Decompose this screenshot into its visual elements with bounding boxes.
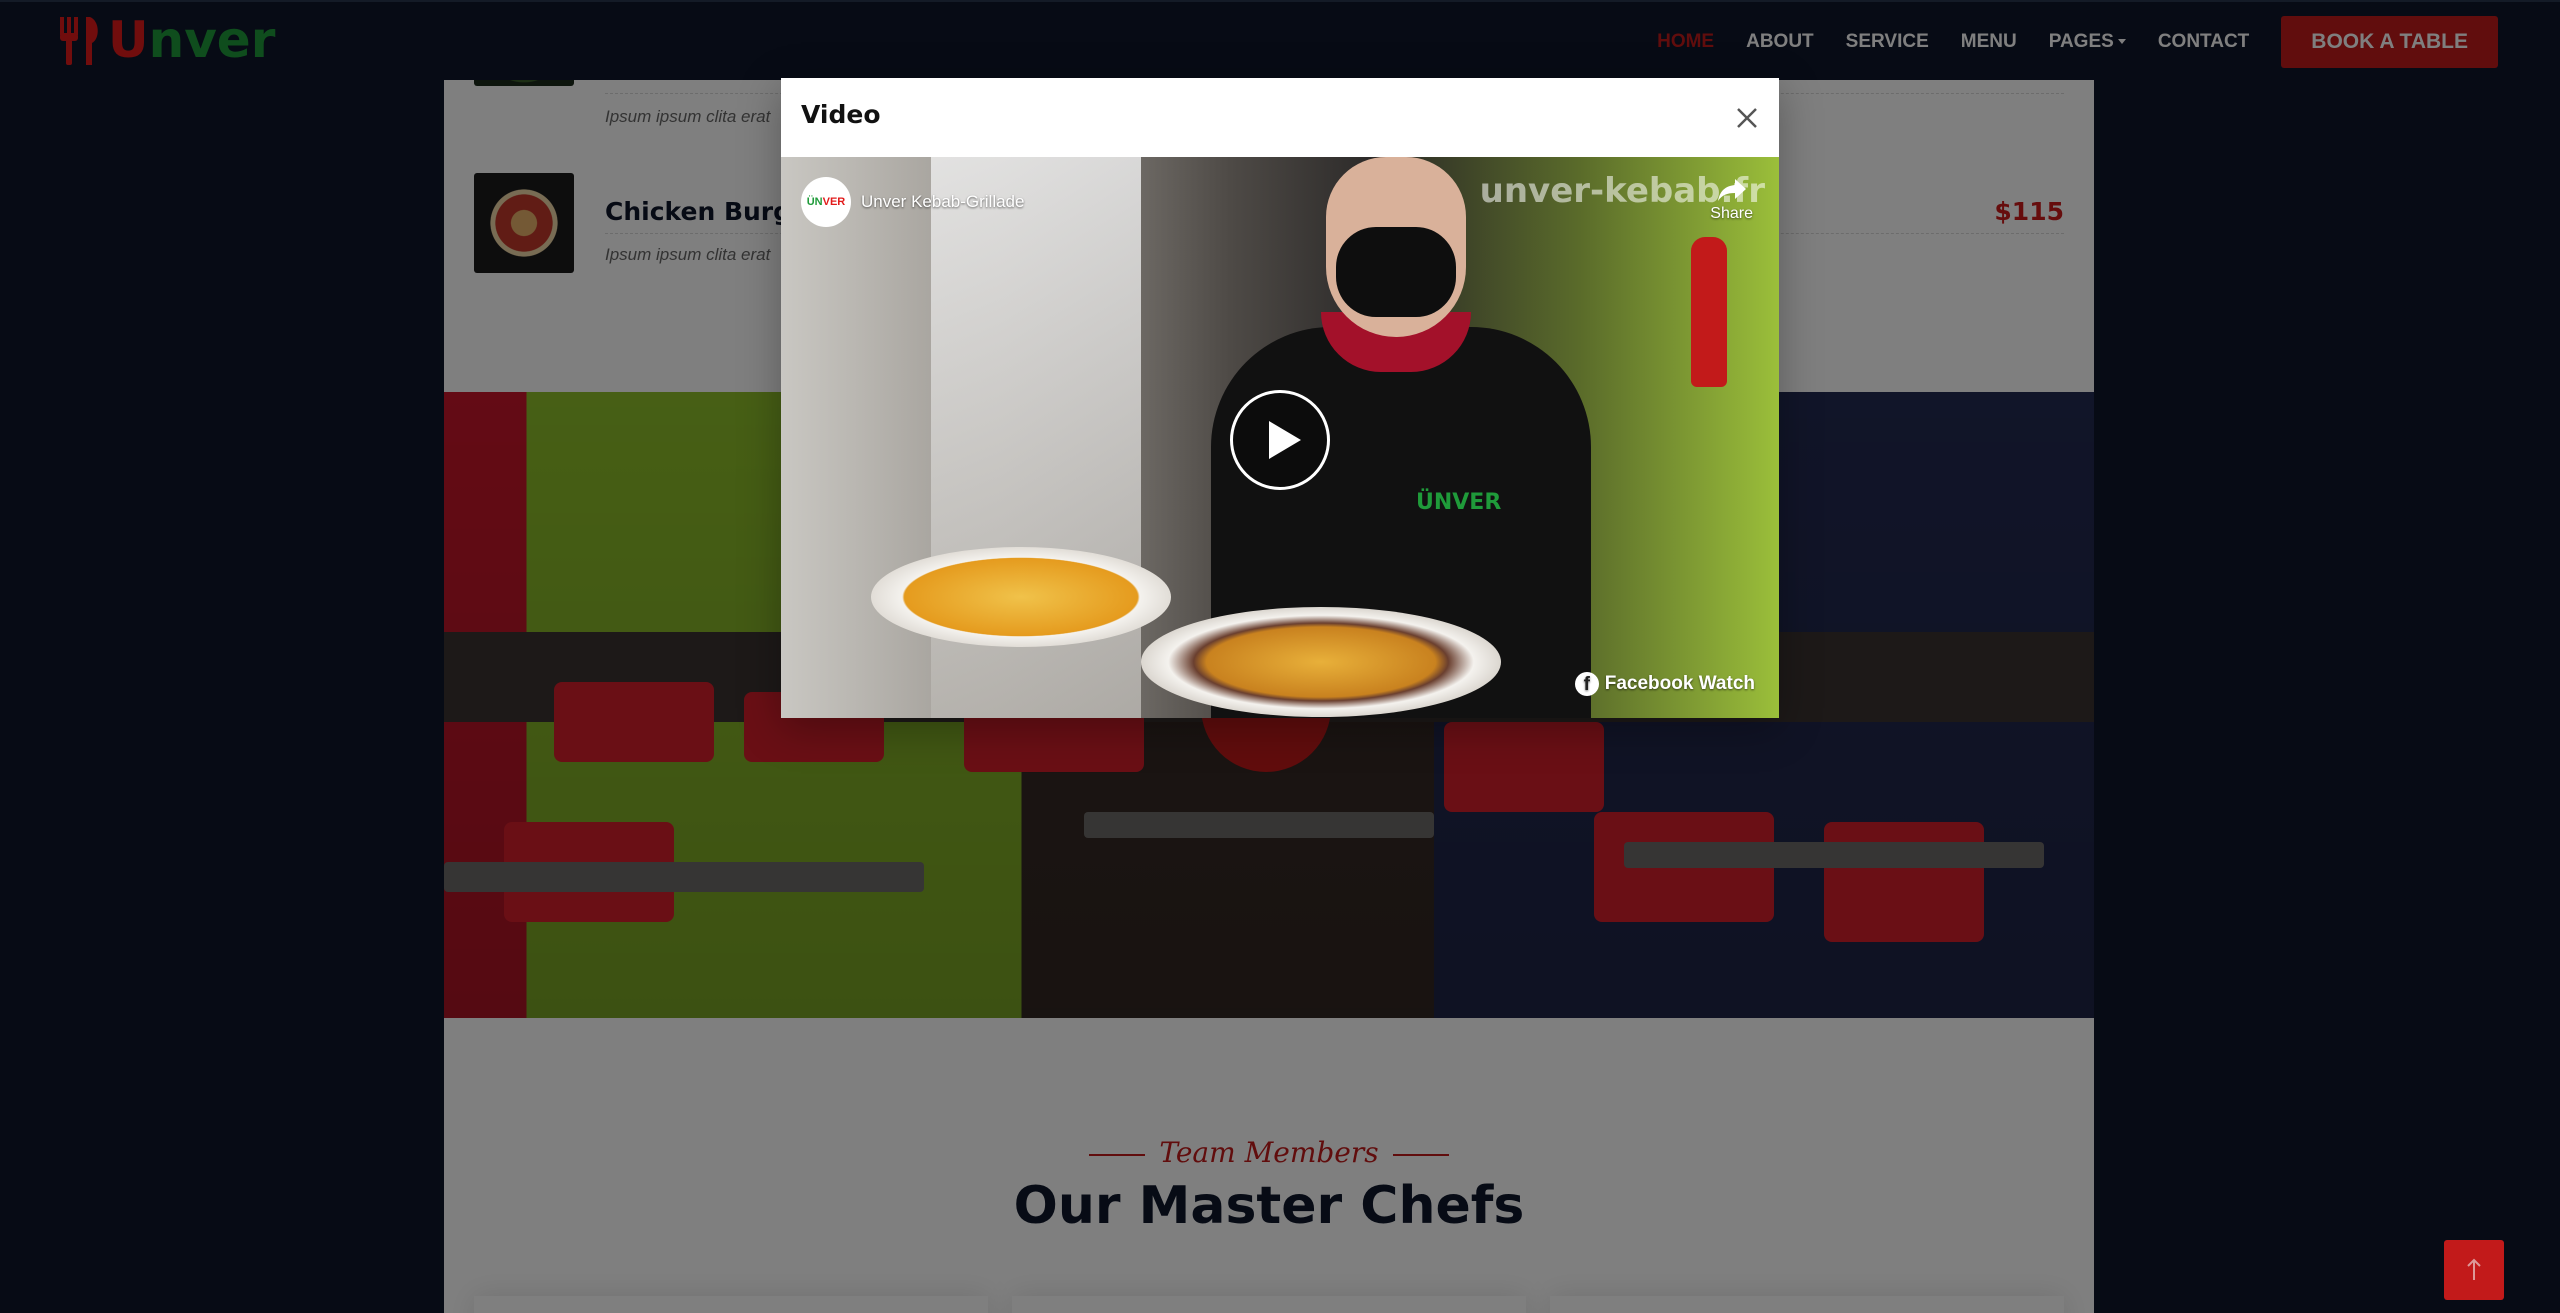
channel-info[interactable]: ÜN VER Unver Kebab-Grillade	[801, 177, 1024, 227]
modal-title: Video	[801, 100, 881, 129]
channel-avatar: ÜN VER	[801, 177, 851, 227]
modal-header: Video	[781, 78, 1779, 157]
shirt-logo: ÜNVER	[1416, 490, 1502, 515]
avatar-text-green: ÜN	[806, 196, 823, 208]
video-scene-extinguisher	[1691, 237, 1727, 387]
back-to-top-button[interactable]	[2444, 1240, 2504, 1300]
play-button[interactable]	[1230, 390, 1330, 490]
channel-name: Unver Kebab-Grillade	[861, 192, 1025, 211]
facebook-icon: f	[1574, 672, 1599, 696]
facebook-watch-link[interactable]: f Facebook Watch	[1574, 672, 1755, 696]
video-modal: Video ÜNVER unver-kebab.fr ÜN VER Unver K…	[781, 78, 1779, 718]
share-icon	[1717, 179, 1746, 201]
close-button[interactable]	[1729, 100, 1765, 136]
video-scene-plate	[1141, 607, 1501, 717]
video-player[interactable]: ÜNVER unver-kebab.fr ÜN VER Unver Kebab-G…	[781, 157, 1779, 718]
video-scene-mask	[1336, 227, 1456, 317]
facebook-watch-label: Facebook Watch	[1604, 673, 1755, 694]
close-icon	[1737, 108, 1757, 128]
share-label: Share	[1710, 205, 1753, 222]
play-icon	[1269, 421, 1301, 459]
arrow-up-icon	[2467, 1258, 2481, 1280]
video-scene-plate	[871, 547, 1171, 647]
avatar-text-red: VER	[822, 196, 846, 208]
share-button[interactable]: Share	[1710, 177, 1753, 223]
